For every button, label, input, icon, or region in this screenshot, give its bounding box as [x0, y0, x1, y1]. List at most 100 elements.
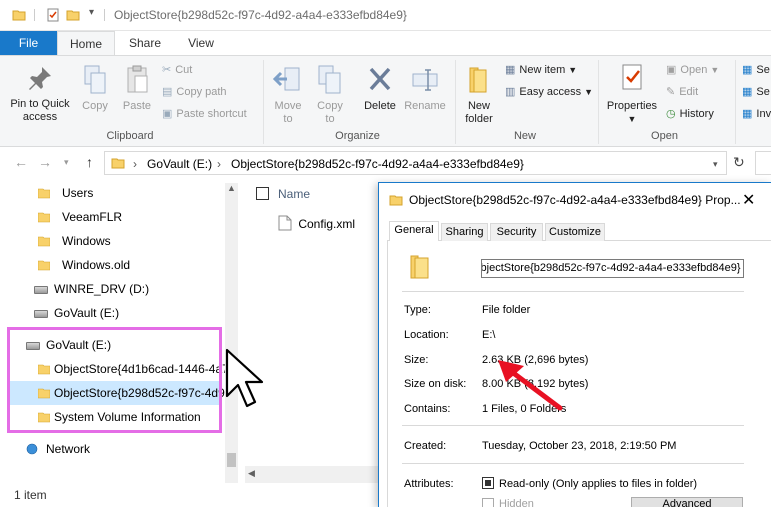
nav-item-govault[interactable]: GoVault (E:)	[34, 302, 119, 324]
paste-shortcut-label: Paste shortcut	[176, 108, 247, 120]
invert-selection-button[interactable]: ▦ Inv	[742, 107, 771, 121]
new-item-button[interactable]: ▦ New item ▼	[505, 63, 577, 77]
advanced-button[interactable]: Advanced	[631, 497, 743, 507]
column-header-name[interactable]: Name	[278, 187, 310, 201]
divider	[104, 9, 105, 21]
select-none-label: Se	[756, 86, 770, 98]
properties-icon[interactable]	[46, 8, 60, 22]
delete-button[interactable]: Delete	[360, 64, 400, 113]
move-to-button[interactable]: Move to	[270, 64, 306, 126]
tab-customize[interactable]: Customize	[545, 223, 605, 241]
dialog-title: ObjectStore{b298d52c-f97c-4d92-a4a4-e333…	[409, 193, 741, 207]
customize-toolbar-icon[interactable]: ▾	[89, 7, 94, 18]
nav-item-users[interactable]: Users	[38, 182, 93, 204]
tab-general[interactable]: General	[389, 221, 439, 242]
copy-button[interactable]: Copy	[78, 64, 112, 113]
dropdown-icon: ▼	[710, 65, 720, 75]
group-separator	[598, 60, 599, 144]
history-label: History	[679, 108, 714, 120]
divider	[34, 9, 35, 21]
rename-button[interactable]: Rename	[403, 64, 447, 113]
new-folder-label: New folder	[465, 100, 493, 125]
horizontal-scrollbar[interactable]: ◀	[245, 466, 380, 483]
paste-shortcut-button[interactable]: ▣ Paste shortcut	[162, 107, 247, 121]
scroll-left-icon[interactable]: ◀	[248, 468, 255, 479]
properties-button[interactable]: Properties ▼	[602, 62, 662, 126]
edit-label: Edit	[679, 86, 699, 98]
paste-label: Paste	[122, 100, 152, 112]
annotation-arrow-icon	[498, 360, 563, 411]
nav-item-label: VeeamFLR	[62, 210, 123, 224]
list-item[interactable]: Config.xml	[278, 215, 355, 231]
cut-button[interactable]: ✂ Cut	[162, 63, 192, 77]
paste-button[interactable]: Paste	[118, 64, 156, 113]
window-title: ObjectStore{b298d52c-f97c-4d92-a4a4-e333…	[114, 8, 407, 22]
history-button[interactable]: ◷ History	[666, 107, 714, 121]
tab-file[interactable]: File	[0, 31, 57, 56]
address-dropdown-icon[interactable]: ▾	[713, 159, 718, 170]
address-bar[interactable]: › GoVault (E:) › ObjectStore{b298d52c-f9…	[104, 151, 727, 175]
readonly-checkbox[interactable]	[482, 477, 494, 489]
dropdown-icon: ▼	[568, 65, 578, 75]
search-box[interactable]	[755, 151, 771, 175]
nav-item-windows-old[interactable]: Windows.old	[38, 254, 130, 276]
dialog-tabs: General Sharing Security Customize	[387, 221, 771, 242]
tab-security[interactable]: Security	[490, 223, 543, 241]
ribbon-tabs: File Home Share View	[0, 31, 771, 56]
scrollbar-thumb[interactable]	[227, 453, 236, 467]
dropdown-icon: ▼	[584, 87, 594, 97]
paste-icon	[127, 65, 148, 93]
folder-name-value: ObjectStore{b298d52c-f97c-4d92-a4a4-e333…	[481, 262, 741, 274]
tab-view[interactable]: View	[175, 31, 227, 56]
pin-label: Pin to Quick access	[10, 98, 70, 123]
hidden-checkbox[interactable]	[482, 498, 494, 507]
copy-to-button[interactable]: Copy to	[312, 64, 348, 126]
breadcrumb-separator-icon: ›	[133, 157, 137, 171]
location-label: Location:	[404, 329, 449, 341]
close-icon[interactable]: ✕	[742, 190, 755, 210]
new-folder-icon[interactable]	[66, 8, 80, 22]
copy-path-button[interactable]: ▤ Copy path	[162, 85, 227, 99]
tab-sharing[interactable]: Sharing	[441, 223, 488, 241]
select-none-button[interactable]: ▦ Se	[742, 85, 770, 99]
history-icon: ◷	[666, 108, 676, 120]
rename-icon	[412, 69, 438, 91]
forward-icon[interactable]: →	[38, 154, 52, 170]
nav-item-winre-drv[interactable]: WINRE_DRV (D:)	[34, 278, 149, 300]
nav-pane-scrollbar[interactable]: ▲	[225, 183, 238, 483]
divider	[402, 291, 744, 292]
open-group-label: Open	[651, 130, 678, 142]
nav-item-veeamflr[interactable]: VeeamFLR	[38, 206, 123, 228]
new-folder-button[interactable]: New folder	[460, 64, 498, 126]
open-button[interactable]: ▣ Open ▼	[666, 63, 719, 77]
scissors-icon: ✂	[162, 64, 172, 76]
hidden-label: Hidden	[499, 498, 534, 507]
copy-icon	[84, 65, 106, 94]
select-all-checkbox[interactable]	[256, 187, 269, 200]
size-on-disk-label: Size on disk:	[404, 378, 467, 390]
breadcrumb-objectstore[interactable]: ObjectStore{b298d52c-f97c-4d92-a4a4-e333…	[231, 157, 524, 171]
tab-share[interactable]: Share	[118, 31, 172, 56]
back-icon[interactable]: ←	[14, 154, 28, 170]
pin-to-quick-access-button[interactable]: Pin to Quick access	[4, 64, 76, 124]
select-all-button[interactable]: ▦ Se	[742, 63, 770, 77]
edit-button[interactable]: ✎ Edit	[666, 85, 698, 99]
breadcrumb-govault[interactable]: GoVault (E:)	[147, 157, 212, 171]
tab-home[interactable]: Home	[57, 31, 115, 56]
easy-access-button[interactable]: ▥ Easy access ▼	[505, 85, 593, 99]
readonly-label: Read-only (Only applies to files in fold…	[499, 478, 698, 490]
address-bar-row: ← → ▾ ↑ › GoVault (E:) › ObjectStore{b29…	[0, 149, 771, 178]
refresh-icon[interactable]: ↻	[733, 154, 745, 171]
nav-item-label: WINRE_DRV (D:)	[54, 282, 150, 296]
nav-item-network[interactable]: Network	[26, 438, 90, 460]
recent-locations-icon[interactable]: ▾	[64, 157, 69, 168]
invert-selection-label: Inv	[756, 108, 771, 120]
scroll-up-icon[interactable]: ▲	[227, 183, 236, 193]
folder-name-input[interactable]: ObjectStore{b298d52c-f97c-4d92-a4a4-e333…	[481, 259, 744, 278]
ribbon: Pin to Quick access Copy Paste ✂ Cut ▤ Cop…	[0, 55, 771, 147]
drive-icon	[34, 286, 48, 294]
new-folder-icon	[469, 67, 487, 93]
nav-item-windows[interactable]: Windows	[38, 230, 111, 252]
up-icon[interactable]: ↑	[86, 154, 93, 170]
select-all-icon: ▦	[742, 64, 753, 76]
